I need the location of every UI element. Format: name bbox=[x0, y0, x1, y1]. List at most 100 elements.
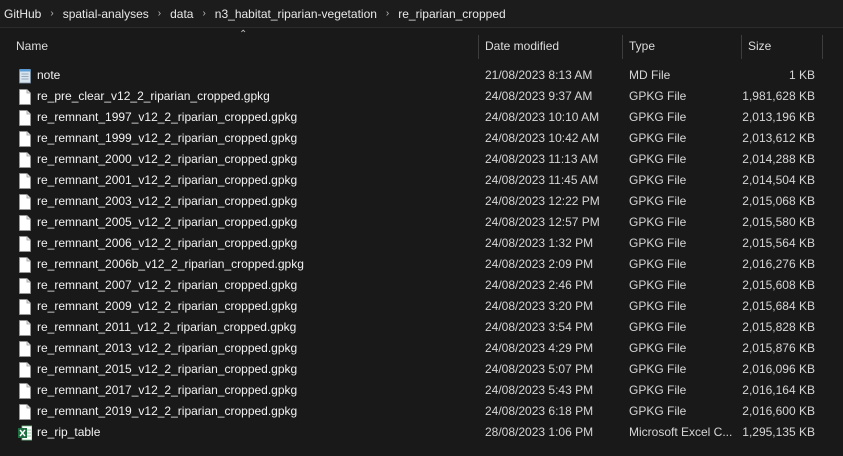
file-row[interactable]: re_remnant_2003_v12_2_riparian_cropped.g… bbox=[0, 191, 843, 212]
column-header-name[interactable]: Name bbox=[16, 34, 48, 59]
file-name: re_remnant_2017_v12_2_riparian_cropped.g… bbox=[37, 383, 298, 397]
file-type: GPKG File bbox=[629, 110, 687, 124]
file-size: 1 KB bbox=[788, 68, 815, 82]
file-size: 2,013,196 KB bbox=[742, 110, 815, 124]
column-header-date[interactable]: Date modified bbox=[485, 34, 559, 59]
file-row[interactable]: re_pre_clear_v12_2_riparian_cropped.gpkg… bbox=[0, 86, 843, 107]
file-icon bbox=[18, 320, 32, 336]
file-name: re_remnant_1997_v12_2_riparian_cropped.g… bbox=[37, 110, 298, 124]
file-size: 2,015,828 KB bbox=[742, 320, 815, 334]
file-name: re_remnant_2013_v12_2_riparian_cropped.g… bbox=[37, 341, 298, 355]
file-date-modified: 24/08/2023 12:22 PM bbox=[485, 194, 600, 208]
file-row[interactable]: re_remnant_2001_v12_2_riparian_cropped.g… bbox=[0, 170, 843, 191]
file-date-modified: 24/08/2023 11:13 AM bbox=[485, 152, 599, 166]
file-size: 2,015,068 KB bbox=[742, 194, 815, 208]
file-type: GPKG File bbox=[629, 257, 687, 271]
file-size: 1,981,628 KB bbox=[742, 89, 815, 103]
file-date-modified: 24/08/2023 2:46 PM bbox=[485, 278, 594, 292]
breadcrumb-item[interactable]: spatial-analyses bbox=[60, 7, 152, 21]
file-row[interactable]: re_remnant_2009_v12_2_riparian_cropped.g… bbox=[0, 296, 843, 317]
file-icon bbox=[18, 215, 32, 231]
breadcrumb-item[interactable]: GitHub bbox=[0, 7, 44, 21]
file-date-modified: 21/08/2023 8:13 AM bbox=[485, 68, 593, 82]
file-row[interactable]: re_remnant_2011_v12_2_riparian_cropped.g… bbox=[0, 317, 843, 338]
file-row[interactable]: note 21/08/2023 8:13 AM MD File 1 KB bbox=[0, 65, 843, 86]
file-icon bbox=[18, 236, 32, 252]
file-type: GPKG File bbox=[629, 131, 687, 145]
breadcrumb-item[interactable]: n3_habitat_riparian-vegetation bbox=[212, 7, 380, 21]
file-row[interactable]: re_remnant_1999_v12_2_riparian_cropped.g… bbox=[0, 128, 843, 149]
column-divider[interactable] bbox=[478, 35, 479, 59]
file-type: GPKG File bbox=[629, 320, 687, 334]
file-icon bbox=[18, 404, 32, 420]
sort-up-icon: ⌃ bbox=[239, 29, 248, 40]
file-row[interactable]: re_remnant_2019_v12_2_riparian_cropped.g… bbox=[0, 401, 843, 422]
file-row[interactable]: re_remnant_1997_v12_2_riparian_cropped.g… bbox=[0, 107, 843, 128]
column-divider[interactable] bbox=[741, 35, 742, 59]
chevron-right-icon[interactable]: › bbox=[380, 8, 395, 19]
file-type: GPKG File bbox=[629, 215, 687, 229]
file-size: 2,016,276 KB bbox=[742, 257, 815, 271]
chevron-right-icon[interactable]: › bbox=[196, 8, 211, 19]
file-date-modified: 24/08/2023 12:57 PM bbox=[485, 215, 600, 229]
file-list: note 21/08/2023 8:13 AM MD File 1 KB re_pre_… bbox=[0, 65, 843, 443]
file-row[interactable]: re_remnant_2006_v12_2_riparian_cropped.g… bbox=[0, 233, 843, 254]
file-type: Microsoft Excel C... bbox=[629, 425, 733, 439]
file-icon bbox=[18, 383, 32, 399]
breadcrumb: GitHub › spatial-analyses › data › n3_habitat_… bbox=[0, 0, 843, 28]
file-type: GPKG File bbox=[629, 152, 687, 166]
column-divider[interactable] bbox=[822, 35, 823, 59]
file-date-modified: 24/08/2023 5:07 PM bbox=[485, 362, 594, 376]
file-icon bbox=[18, 278, 32, 294]
file-date-modified: 24/08/2023 10:10 AM bbox=[485, 110, 600, 124]
file-type: GPKG File bbox=[629, 278, 687, 292]
file-row[interactable]: re_remnant_2006b_v12_2_riparian_cropped.… bbox=[0, 254, 843, 275]
file-size: 2,016,164 KB bbox=[742, 383, 815, 397]
file-row[interactable]: re_remnant_2007_v12_2_riparian_cropped.g… bbox=[0, 275, 843, 296]
file-icon bbox=[18, 257, 32, 273]
breadcrumb-item[interactable]: data bbox=[167, 7, 196, 21]
file-name: re_remnant_1999_v12_2_riparian_cropped.g… bbox=[37, 131, 298, 145]
file-name: note bbox=[37, 68, 61, 82]
file-row[interactable]: re_remnant_2005_v12_2_riparian_cropped.g… bbox=[0, 212, 843, 233]
file-date-modified: 24/08/2023 5:43 PM bbox=[485, 383, 594, 397]
file-type: GPKG File bbox=[629, 89, 687, 103]
file-name: re_remnant_2000_v12_2_riparian_cropped.g… bbox=[37, 152, 298, 166]
breadcrumb-item[interactable]: re_riparian_cropped bbox=[395, 7, 508, 21]
file-name: re_remnant_2015_v12_2_riparian_cropped.g… bbox=[37, 362, 298, 376]
file-date-modified: 24/08/2023 4:29 PM bbox=[485, 341, 594, 355]
file-date-modified: 24/08/2023 11:45 AM bbox=[485, 173, 599, 187]
file-row[interactable]: re_remnant_2017_v12_2_riparian_cropped.g… bbox=[0, 380, 843, 401]
file-date-modified: 24/08/2023 1:32 PM bbox=[485, 236, 594, 250]
file-size: 2,014,288 KB bbox=[742, 152, 815, 166]
chevron-right-icon[interactable]: › bbox=[44, 8, 59, 19]
file-name: re_remnant_2007_v12_2_riparian_cropped.g… bbox=[37, 278, 298, 292]
file-size: 2,015,876 KB bbox=[742, 341, 815, 355]
file-size: 2,016,096 KB bbox=[742, 362, 815, 376]
file-icon bbox=[18, 131, 32, 147]
file-name: re_remnant_2011_v12_2_riparian_cropped.g… bbox=[37, 320, 297, 334]
column-header-type[interactable]: Type bbox=[629, 34, 655, 59]
file-size: 2,015,608 KB bbox=[742, 278, 815, 292]
file-row[interactable]: re_remnant_2013_v12_2_riparian_cropped.g… bbox=[0, 338, 843, 359]
file-size: 2,013,612 KB bbox=[742, 131, 815, 145]
file-name: re_remnant_2006_v12_2_riparian_cropped.g… bbox=[37, 236, 298, 250]
file-row[interactable]: re_remnant_2000_v12_2_riparian_cropped.g… bbox=[0, 149, 843, 170]
chevron-right-icon[interactable]: › bbox=[152, 8, 167, 19]
file-type: GPKG File bbox=[629, 362, 687, 376]
excel-icon bbox=[18, 425, 33, 441]
column-divider[interactable] bbox=[622, 35, 623, 59]
file-row[interactable]: re_rip_table 28/08/2023 1:06 PM Microsoft … bbox=[0, 422, 843, 443]
file-row[interactable]: re_remnant_2015_v12_2_riparian_cropped.g… bbox=[0, 359, 843, 380]
file-name: re_remnant_2019_v12_2_riparian_cropped.g… bbox=[37, 404, 298, 418]
column-header-size[interactable]: Size bbox=[748, 34, 771, 59]
file-type: GPKG File bbox=[629, 173, 687, 187]
file-date-modified: 24/08/2023 10:42 AM bbox=[485, 131, 600, 145]
file-name: re_remnant_2003_v12_2_riparian_cropped.g… bbox=[37, 194, 298, 208]
file-name: re_remnant_2006b_v12_2_riparian_cropped.… bbox=[37, 257, 304, 271]
file-size: 2,016,600 KB bbox=[742, 404, 815, 418]
file-date-modified: 24/08/2023 2:09 PM bbox=[485, 257, 594, 271]
file-icon bbox=[18, 89, 32, 105]
file-date-modified: 28/08/2023 1:06 PM bbox=[485, 425, 594, 439]
file-size: 2,015,684 KB bbox=[742, 299, 815, 313]
